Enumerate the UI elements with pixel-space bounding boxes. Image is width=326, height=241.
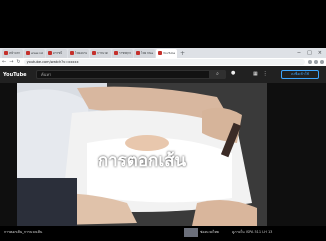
search-input[interactable]: ค้นหา	[36, 70, 226, 79]
browser-tab-strip: หน้าแรก www.nstda ดรรชนี ไทยอบรม การนวด …	[0, 48, 326, 58]
close-window-button[interactable]: ×	[318, 50, 322, 56]
browser-address-bar: ← → ↻ youtube.com/watch?v=xxxxx	[0, 58, 326, 66]
browser-tab[interactable]: ราชพฤกษ์	[112, 48, 133, 58]
browser-tab[interactable]: ไทยอบรม	[68, 48, 89, 58]
tab-favicon-icon	[136, 51, 140, 55]
extension-icon[interactable]	[308, 60, 312, 64]
more-vert-icon[interactable]: ⋮	[263, 71, 268, 77]
search-button[interactable]: ⌕	[209, 70, 226, 79]
signin-button[interactable]: ลงชื่อเข้าใช้	[281, 70, 319, 79]
back-arrow-icon[interactable]: ←	[2, 59, 6, 65]
search-icon: ⌕	[216, 71, 219, 77]
maximize-button[interactable]: □	[307, 50, 312, 56]
video-player[interactable]: การตอกเส้น	[17, 83, 267, 226]
browser-tab[interactable]: ไทย Massage	[134, 48, 155, 58]
tab-favicon-icon	[70, 51, 74, 55]
tab-favicon-icon	[26, 51, 30, 55]
browser-tab[interactable]: หน้าแรก	[2, 48, 23, 58]
video-info-bar	[0, 226, 326, 241]
window-controls: − □ ×	[297, 50, 326, 56]
tab-favicon-icon	[4, 51, 8, 55]
youtube-favicon-icon	[158, 51, 162, 55]
youtube-header: YouTube ค้นหา ⌕ ● ▦ ⋮ ลงชื่อเข้าใช้	[0, 66, 326, 83]
tab-favicon-icon	[114, 51, 118, 55]
video-title: การตอกเส้น_การนวดเส้น	[4, 230, 43, 234]
tab-favicon-icon	[92, 51, 96, 55]
mic-icon[interactable]: ●	[231, 70, 235, 76]
apps-grid-icon[interactable]: ▦	[253, 71, 258, 77]
video-caption: การตอกเส้น	[97, 151, 187, 171]
header-icons: ▦ ⋮	[253, 71, 268, 77]
minimize-button[interactable]: −	[297, 50, 301, 56]
extension-icon[interactable]	[314, 60, 318, 64]
url-field[interactable]: youtube.com/watch?v=xxxxx	[23, 59, 305, 65]
channel-name[interactable]: ช่องนวดไทย	[200, 229, 219, 235]
forward-arrow-icon[interactable]: →	[9, 59, 13, 65]
browser-tab[interactable]: ดรรชนี	[46, 48, 67, 58]
channel-thumbnail[interactable]	[184, 228, 198, 237]
tab-favicon-icon	[48, 51, 52, 55]
browser-tab[interactable]: www.nstda	[24, 48, 45, 58]
browser-tab-active[interactable]: YouTube	[156, 48, 177, 58]
youtube-logo[interactable]: YouTube	[3, 72, 33, 78]
reload-icon[interactable]: ↻	[16, 59, 20, 65]
browser-tab[interactable]: การนวด	[90, 48, 111, 58]
profile-avatar[interactable]	[320, 60, 324, 64]
screen-top-border	[0, 0, 326, 48]
extensions-area	[308, 60, 324, 64]
new-tab-button[interactable]: +	[180, 50, 185, 57]
video-subinfo: ดูภายใน ISPA 511 LH 13	[232, 230, 273, 234]
